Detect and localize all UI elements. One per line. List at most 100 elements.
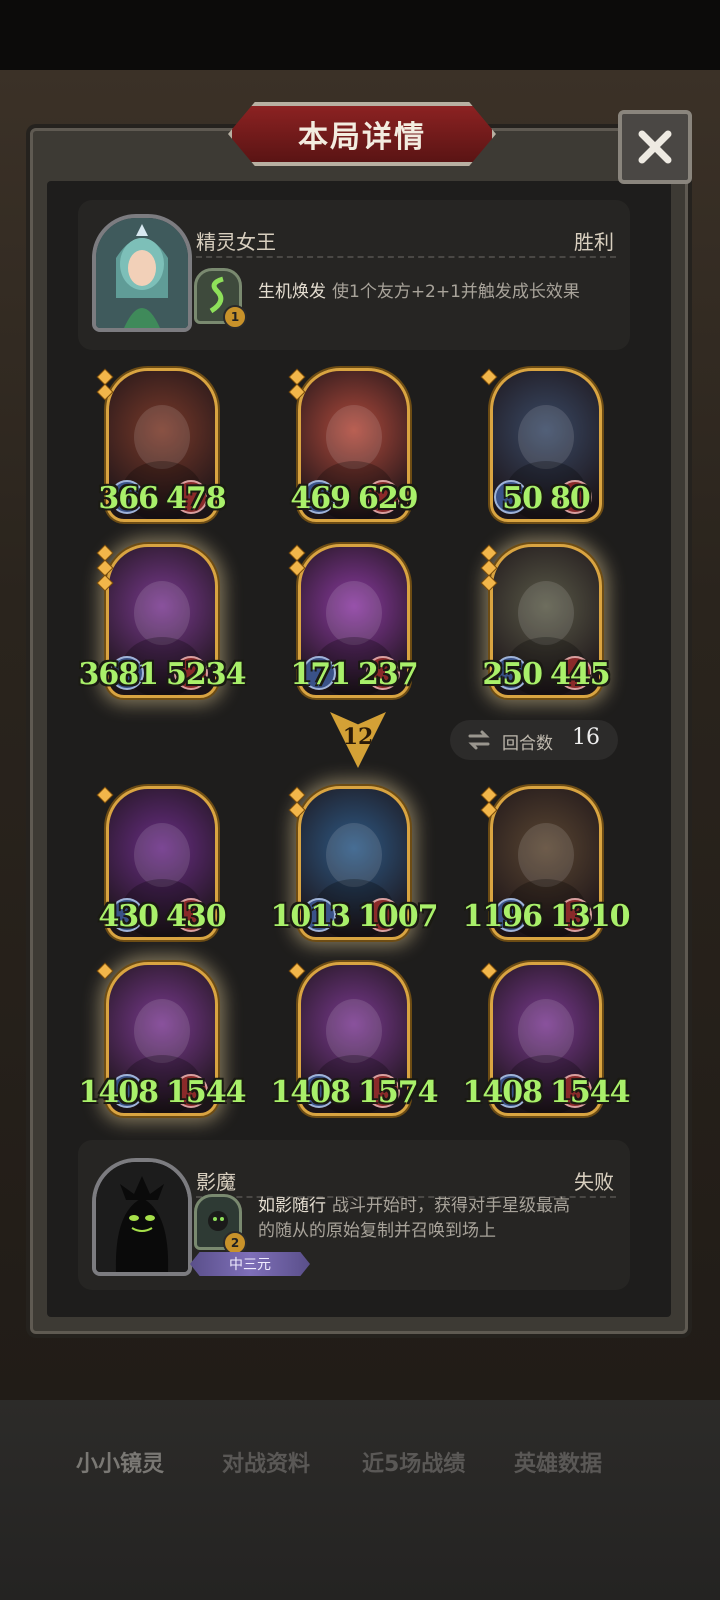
- minion-card[interactable]: 250 445: [481, 544, 611, 700]
- dialog-title: 本局详情: [298, 120, 426, 155]
- minion-health: 1310: [550, 899, 630, 934]
- minion-health: 5234: [166, 657, 246, 692]
- star-icon: [481, 787, 497, 803]
- minion-star-rank: [481, 787, 497, 820]
- round-count-pill: 回合数 16: [450, 720, 618, 760]
- round-count-value: 16: [572, 725, 600, 750]
- dialog-title-plate: 本局详情: [228, 102, 496, 166]
- minion-card[interactable]: 1408 1574: [271, 962, 438, 1118]
- minion-health: 1544: [550, 1075, 630, 1110]
- minion-attack: 430: [98, 899, 159, 934]
- star-icon: [481, 545, 497, 561]
- minion-attack: 171: [290, 657, 351, 692]
- star-icon: [481, 560, 497, 576]
- minion-star-rank: [289, 369, 305, 402]
- star-icon: [97, 787, 113, 803]
- star-icon: [97, 560, 113, 576]
- minion-health: 430: [166, 899, 227, 934]
- minion-attack: 1408: [270, 1075, 351, 1110]
- minion-star-rank: [481, 963, 497, 981]
- skill-name: 生机焕发: [258, 282, 326, 302]
- tab-recent-battles[interactable]: 近5场战绩: [362, 1446, 465, 1478]
- star-icon: [289, 545, 305, 561]
- loser-player-card[interactable]: 影魔 失败 2 如影随行 战斗开始时，获得对手星级最高 的随从的原始复制并召唤到场…: [78, 1140, 630, 1290]
- star-icon: [97, 963, 113, 979]
- minion-card[interactable]: 3681 5234: [79, 544, 246, 700]
- minion-card[interactable]: 366 478: [97, 368, 227, 524]
- star-icon: [289, 384, 305, 400]
- minion-card[interactable]: 430 430: [97, 786, 227, 942]
- minion-star-rank: [481, 545, 497, 593]
- minion-health: 1544: [166, 1075, 246, 1110]
- minion-card[interactable]: 469 629: [289, 368, 419, 524]
- minion-star-rank: [97, 369, 113, 402]
- star-icon: [97, 545, 113, 561]
- minion-health: 1007: [358, 899, 438, 934]
- minion-attack: 3681: [78, 657, 159, 692]
- minion-health: 80: [550, 481, 591, 516]
- minion-attack: 1408: [462, 1075, 543, 1110]
- player-name: 影魔: [196, 1170, 236, 1194]
- skill-desc: 使1个友方+2+1并触发成长效果: [332, 282, 580, 302]
- tab-mirror-spirit[interactable]: 小小镜灵: [76, 1446, 164, 1478]
- rank-tag: 中三元: [190, 1252, 310, 1276]
- minion-star-rank: [289, 787, 305, 820]
- minion-attack: 1196: [462, 899, 543, 934]
- star-icon: [481, 802, 497, 818]
- skill-description: 生机焕发 使1个友方+2+1并触发成长效果: [258, 280, 580, 305]
- star-icon: [97, 369, 113, 385]
- turn-marker-value: 12: [342, 724, 374, 750]
- skill-name: 如影随行: [258, 1196, 326, 1216]
- minion-health: 237: [358, 657, 419, 692]
- hero-skill-icon[interactable]: 2: [194, 1194, 247, 1255]
- divider: [196, 256, 616, 258]
- skill-desc-line1: 战斗开始时，获得对手星级最高: [332, 1196, 570, 1216]
- star-icon: [289, 963, 305, 979]
- minion-attack: 366: [98, 481, 159, 516]
- minion-star-rank: [289, 545, 305, 578]
- match-result: 胜利: [574, 230, 614, 254]
- winner-player-card[interactable]: 精灵女王 胜利 1 生机焕发 使1个友方+2+1并触发成长效果: [78, 200, 630, 350]
- close-icon: [638, 130, 672, 164]
- player-avatar: [92, 214, 192, 332]
- minion-card[interactable]: 1013 1007: [271, 786, 438, 942]
- minion-attack: 250: [482, 657, 543, 692]
- tab-hero-data[interactable]: 英雄数据: [514, 1446, 602, 1478]
- skill-desc-line2: 的随从的原始复制并召唤到场上: [258, 1221, 496, 1241]
- minion-card[interactable]: 1196 1310: [463, 786, 630, 942]
- star-icon: [289, 560, 305, 576]
- match-result: 失败: [574, 1170, 614, 1194]
- minion-health: 629: [358, 481, 419, 516]
- status-area: [0, 0, 720, 70]
- round-count-label: 回合数: [502, 734, 553, 754]
- star-icon: [481, 575, 497, 591]
- skill-level-badge: 2: [223, 1231, 247, 1255]
- minion-star-rank: [97, 963, 113, 981]
- minion-attack: 50: [502, 481, 543, 516]
- tab-battle-info[interactable]: 对战资料: [222, 1446, 310, 1478]
- close-button[interactable]: [618, 110, 692, 184]
- star-icon: [481, 369, 497, 385]
- minion-card[interactable]: 1408 1544: [79, 962, 246, 1118]
- star-icon: [289, 802, 305, 818]
- skill-level-badge: 1: [223, 305, 247, 329]
- minion-card[interactable]: 1408 1544: [463, 962, 630, 1118]
- minion-card[interactable]: 50 80: [481, 368, 602, 524]
- bottom-tab-bar: 小小镜灵 对战资料 近5场战绩 英雄数据: [0, 1400, 720, 1600]
- star-icon: [97, 384, 113, 400]
- hero-skill-icon[interactable]: 1: [194, 268, 247, 329]
- minion-health: 445: [550, 657, 611, 692]
- star-icon: [481, 963, 497, 979]
- minion-star-rank: [289, 963, 305, 981]
- minion-star-rank: [481, 369, 497, 387]
- minion-health: 1574: [358, 1075, 438, 1110]
- minion-star-rank: [97, 545, 113, 593]
- star-icon: [289, 787, 305, 803]
- minion-card[interactable]: 171 237: [289, 544, 419, 700]
- player-name: 精灵女王: [196, 230, 276, 254]
- minion-star-rank: [97, 787, 113, 805]
- rank-tag-label: 中三元: [229, 1257, 271, 1273]
- swap-icon: [468, 730, 490, 750]
- star-icon: [289, 369, 305, 385]
- minion-attack: 1408: [78, 1075, 159, 1110]
